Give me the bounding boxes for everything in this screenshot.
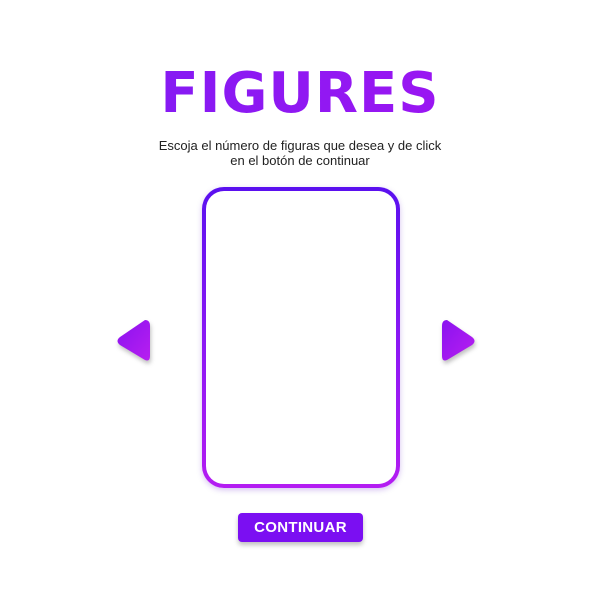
figure-card-content <box>206 191 396 484</box>
instructions-text: Escoja el número de figuras que desea y … <box>158 138 442 168</box>
figure-card[interactable] <box>202 187 400 488</box>
continue-button[interactable]: CONTINUAR <box>238 513 363 542</box>
page-title: FIGURES <box>0 58 600 130</box>
triangle-left-icon <box>112 316 152 366</box>
next-button[interactable] <box>440 316 480 366</box>
triangle-right-icon <box>440 316 480 366</box>
previous-button[interactable] <box>112 316 152 366</box>
